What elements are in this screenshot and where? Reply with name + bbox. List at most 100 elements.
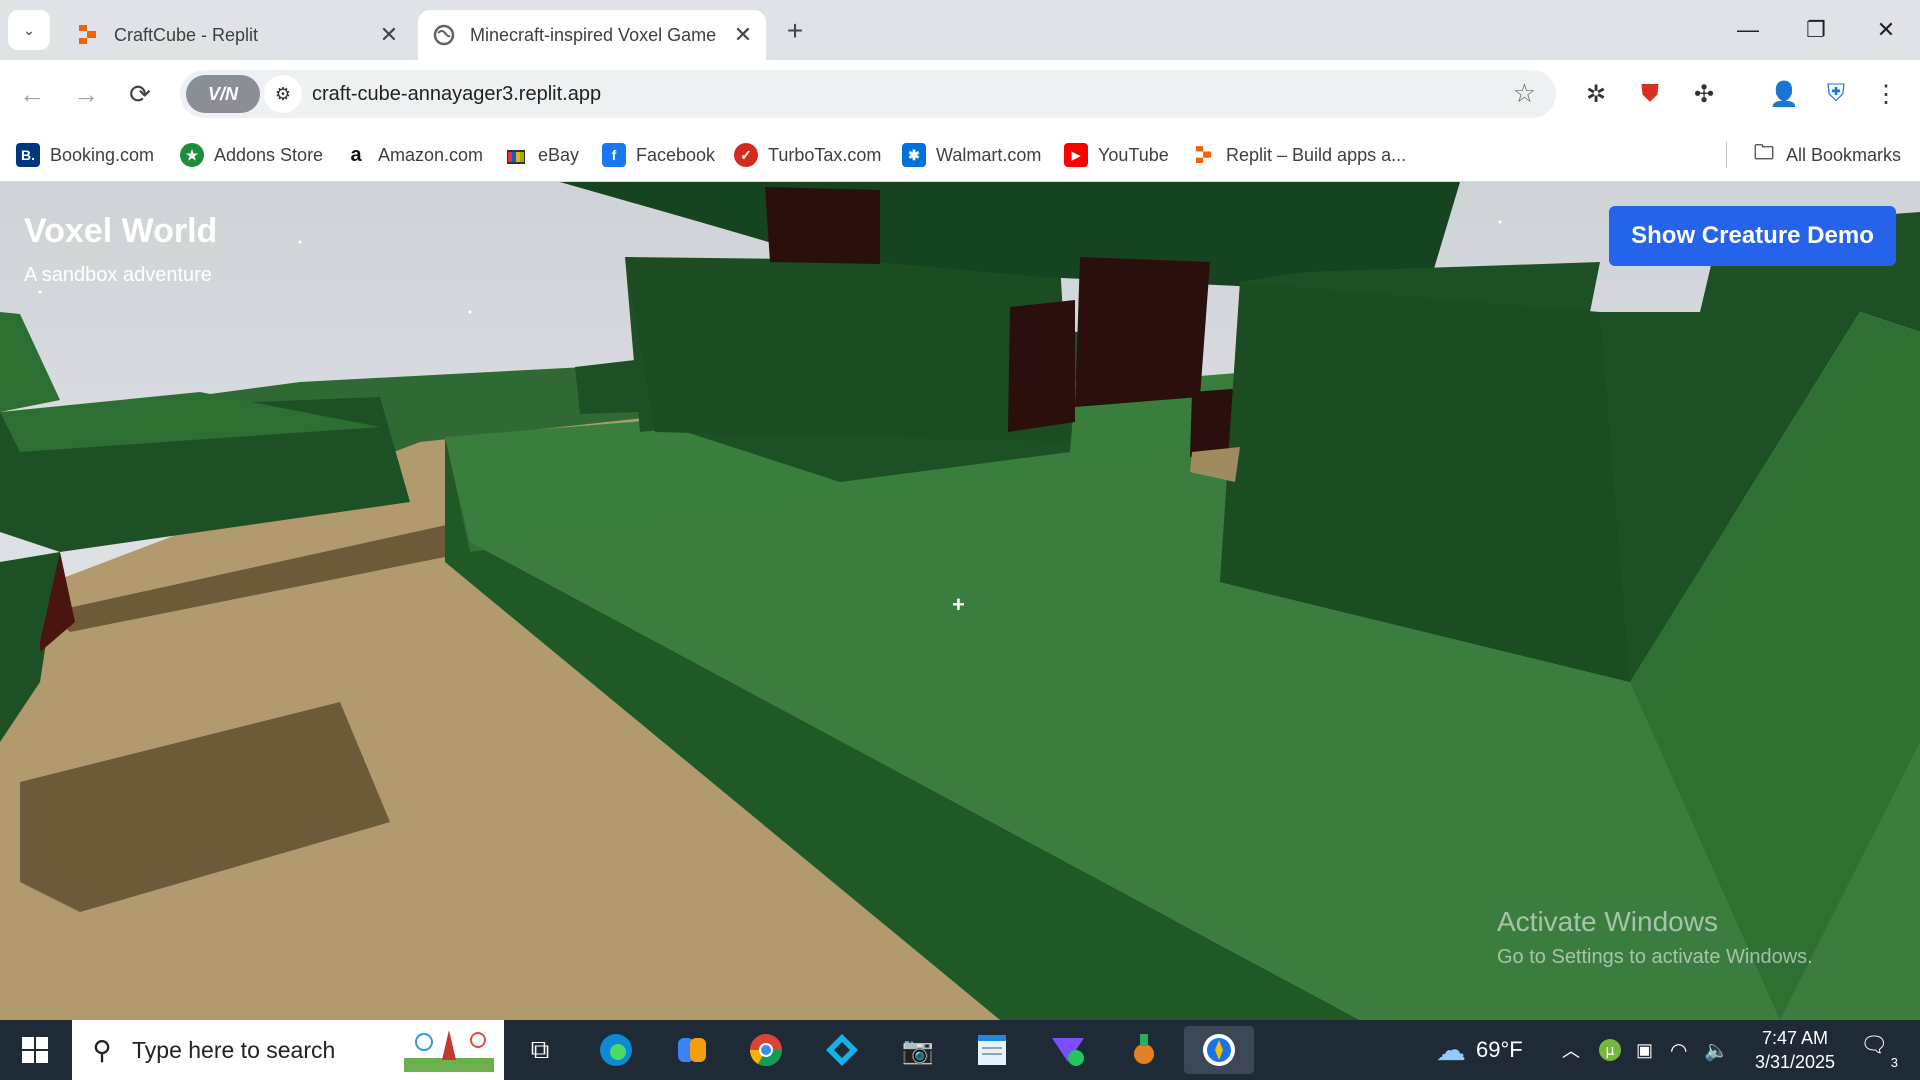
bookmark-label: Addons Store: [214, 144, 324, 165]
reload-button[interactable]: ⟳: [120, 74, 160, 114]
notification-count: 3: [1890, 1055, 1898, 1070]
kodi-icon[interactable]: [818, 1026, 866, 1074]
replit-icon: [1192, 143, 1216, 167]
minimize-button[interactable]: —: [1720, 8, 1776, 52]
edge-icon[interactable]: [592, 1026, 640, 1074]
bookmark-label: Walmart.com: [936, 144, 1042, 165]
tab-search-dropdown[interactable]: ⌄: [8, 10, 50, 50]
copilot-icon[interactable]: [668, 1026, 716, 1074]
tab-craftcube[interactable]: CraftCube - Replit ✕: [62, 10, 412, 60]
weather-widget[interactable]: ☁ 69°F: [1436, 1020, 1523, 1080]
task-view-icon[interactable]: ⧉: [516, 1026, 564, 1074]
wifi-icon[interactable]: ◠: [1670, 1020, 1687, 1080]
game-canvas[interactable]: Voxel World A sandbox adventure Show Cre…: [0, 182, 1920, 1020]
forward-button[interactable]: →: [66, 74, 106, 114]
search-highlight-icon: [404, 1030, 494, 1072]
back-button[interactable]: ←: [12, 74, 52, 114]
clock-time: 7:47 AM: [1761, 1028, 1829, 1048]
camera-icon[interactable]: 📷: [894, 1026, 942, 1074]
windows-taskbar: ⚲ Type here to search ⧉ 📷 ☁ 69°F ︿ µ ▣ ◠…: [0, 1020, 1920, 1080]
show-hidden-icons-icon[interactable]: ︿: [1562, 1020, 1580, 1080]
chrome-icon[interactable]: [742, 1026, 790, 1074]
start-button[interactable]: [0, 1020, 70, 1080]
all-bookmarks-button[interactable]: 🗀 All Bookmarks: [1752, 140, 1901, 170]
adblock-shield-icon[interactable]: ⛊: [1634, 78, 1666, 110]
facebook-icon: f: [602, 143, 626, 167]
show-creature-demo-button[interactable]: Show Creature Demo: [1609, 206, 1896, 266]
amazon-icon: a: [350, 143, 362, 166]
utorrent-icon[interactable]: µ: [1598, 1020, 1622, 1080]
bookmark-label: Booking.com: [50, 144, 155, 165]
bookmark-label: YouTube: [1098, 144, 1169, 165]
notifications-button[interactable]: 🗨 3: [1860, 1032, 1900, 1070]
arrow-right-icon: →: [73, 78, 99, 109]
security-shield-icon[interactable]: ⛨: [1820, 78, 1852, 110]
address-bar[interactable]: V/N ⚙ craft-cube-annayager3.replit.app ☆: [180, 70, 1556, 118]
vpn-badge[interactable]: V/N: [186, 75, 260, 113]
bookmark-addons-store[interactable]: ★ Addons Store: [180, 140, 323, 170]
profile-icon[interactable]: 👤: [1768, 78, 1800, 110]
bookmark-booking[interactable]: B. Booking.com: [16, 140, 154, 170]
extension-puzzle-icon[interactable]: ✲: [1580, 78, 1612, 110]
new-tab-button[interactable]: +: [778, 14, 812, 48]
weather-temp: 69°F: [1476, 1037, 1523, 1062]
walmart-icon: ✱: [902, 143, 926, 167]
volume-icon[interactable]: 🔈: [1704, 1020, 1729, 1080]
site-info-icon[interactable]: ⚙: [264, 75, 302, 113]
bookmark-label: Replit – Build apps a...: [1226, 144, 1407, 165]
bookmark-label: TurboTax.com: [768, 144, 882, 165]
taskbar-search[interactable]: ⚲ Type here to search: [72, 1020, 504, 1080]
bookmark-ebay[interactable]: eBay: [504, 140, 579, 170]
extensions-icon[interactable]: ✣: [1688, 78, 1720, 110]
bookmark-walmart[interactable]: ✱ Walmart.com: [902, 140, 1041, 170]
booking-icon: B.: [16, 143, 40, 167]
turbotax-icon: ✓: [734, 143, 758, 167]
system-clock[interactable]: 7:47 AM 3/31/2025: [1740, 1026, 1850, 1074]
tab-title: Minecraft-inspired Voxel Game: [470, 24, 717, 45]
chat-bubble-icon: 🗨: [1860, 1032, 1888, 1057]
browser-toolbar: ← → ⟳ V/N ⚙ craft-cube-annayager3.replit…: [0, 60, 1920, 128]
folder-icon: 🗀: [1754, 142, 1774, 164]
close-window-button[interactable]: ✕: [1858, 8, 1914, 52]
tab-title: CraftCube - Replit: [114, 24, 259, 45]
bookmark-label: Amazon.com: [378, 144, 484, 165]
bookmarks-divider: [1726, 142, 1727, 168]
svg-text:µ: µ: [1606, 1043, 1615, 1059]
youtube-icon: ▶: [1064, 143, 1088, 167]
bookmark-label: Facebook: [636, 144, 716, 165]
bookmarks-bar: B. Booking.com ★ Addons Store a Amazon.com …: [0, 128, 1920, 182]
clock-date: 3/31/2025: [1754, 1052, 1836, 1072]
notepad-icon[interactable]: [968, 1026, 1016, 1074]
tab-voxel-game[interactable]: Minecraft-inspired Voxel Game ✕: [418, 10, 766, 60]
bookmark-replit[interactable]: Replit – Build apps a...: [1192, 140, 1406, 170]
game-title: Voxel World: [24, 212, 218, 250]
activate-windows-title: Activate Windows: [1497, 906, 1718, 937]
close-icon[interactable]: ✕: [728, 20, 758, 50]
search-icon: ⚲: [92, 1034, 112, 1065]
browser-active-icon[interactable]: [1184, 1026, 1254, 1074]
menu-kebab-icon[interactable]: ⋮: [1870, 78, 1902, 110]
bookmark-turbotax[interactable]: ✓ TurboTax.com: [734, 140, 881, 170]
meet-now-icon[interactable]: ▣: [1636, 1020, 1653, 1080]
task-app-icon[interactable]: [1044, 1026, 1092, 1074]
url-text[interactable]: craft-cube-annayager3.replit.app: [312, 83, 601, 106]
star-icon[interactable]: ☆: [1513, 78, 1536, 109]
globe-icon: [432, 23, 456, 47]
replit-icon: [76, 23, 100, 47]
crosshair-icon: +: [952, 592, 965, 617]
bookmark-amazon[interactable]: a Amazon.com: [344, 140, 483, 170]
restore-button[interactable]: ❐: [1788, 8, 1844, 52]
activate-windows-hint: Go to Settings to activate Windows.: [1497, 946, 1813, 968]
search-placeholder: Type here to search: [132, 1036, 336, 1063]
bookmark-facebook[interactable]: f Facebook: [602, 140, 715, 170]
chevron-down-icon: ⌄: [23, 21, 35, 38]
ebay-icon: [504, 143, 528, 167]
game-subtitle: A sandbox adventure: [24, 264, 212, 286]
windows-logo-icon: [22, 1037, 48, 1063]
addons-store-icon: ★: [180, 143, 204, 167]
bookmark-label: eBay: [538, 144, 580, 165]
arrow-left-icon: ←: [19, 78, 45, 109]
game-app-icon[interactable]: [1120, 1026, 1168, 1074]
bookmark-youtube[interactable]: ▶ YouTube: [1064, 140, 1169, 170]
close-icon[interactable]: ✕: [374, 20, 404, 50]
